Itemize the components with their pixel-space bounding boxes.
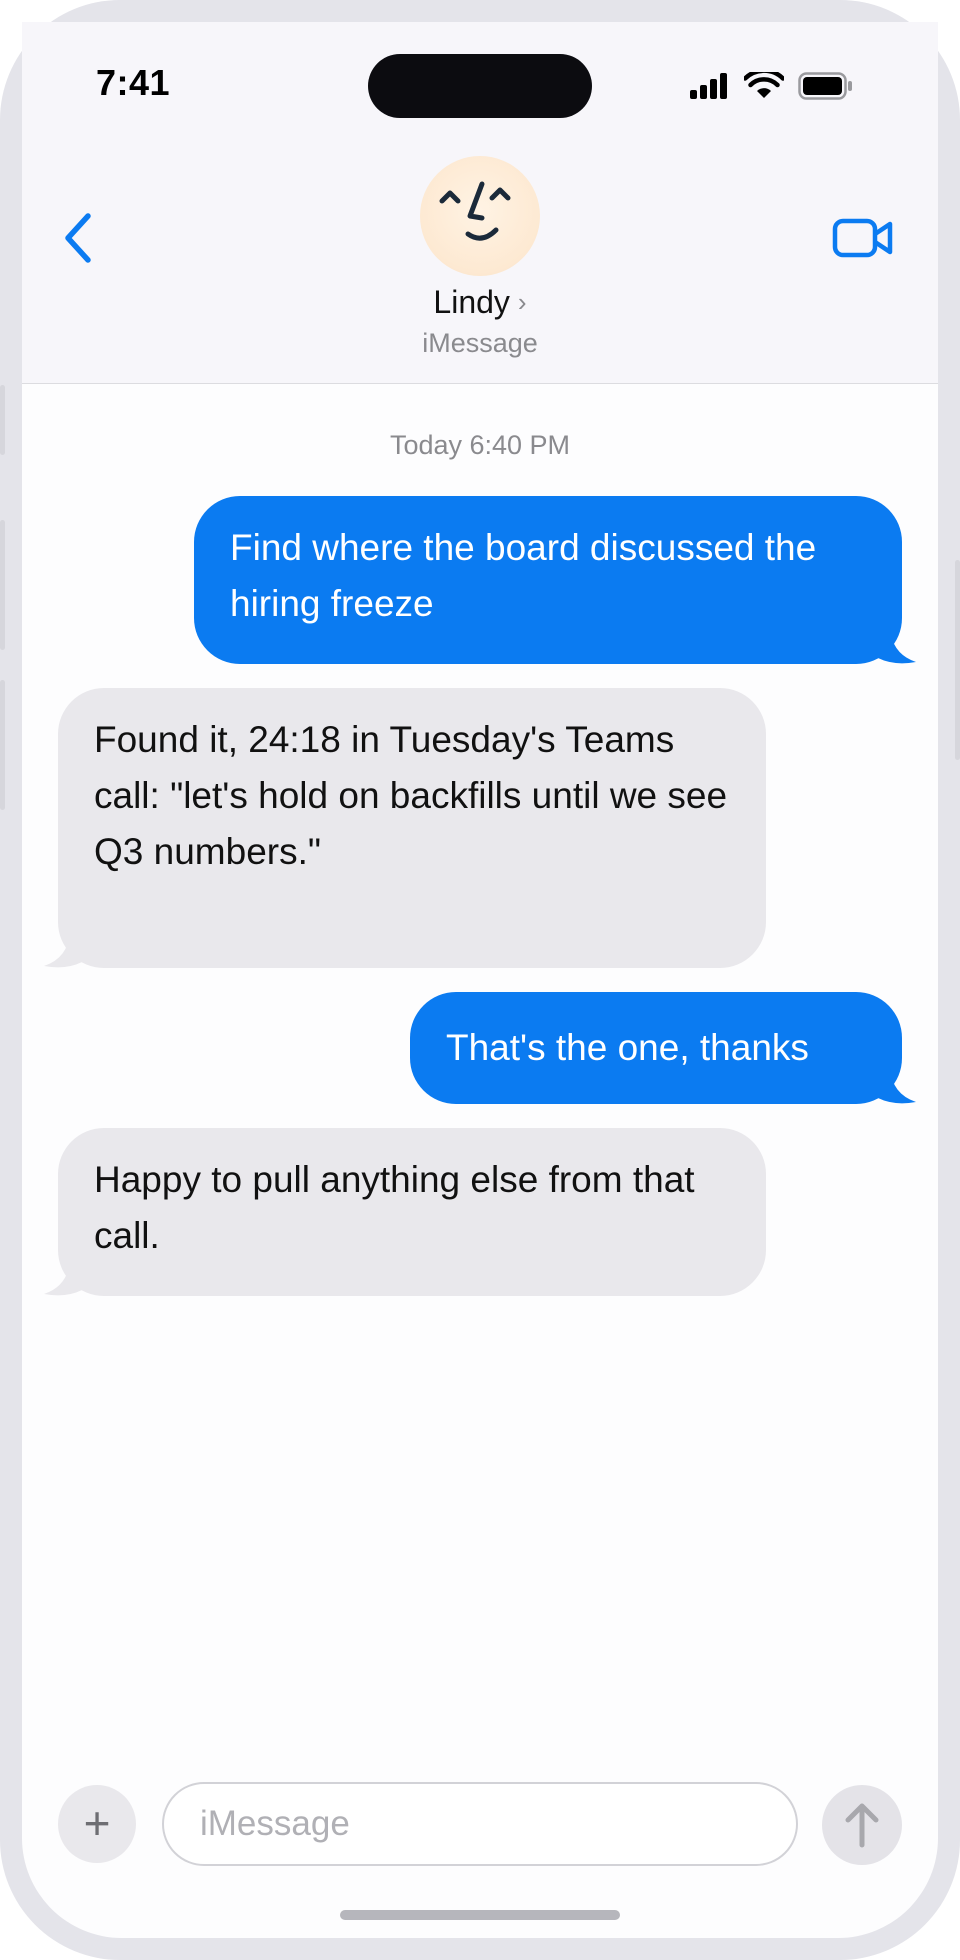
contact-avatar[interactable] (420, 156, 540, 276)
cellular-signal-icon (690, 73, 727, 99)
sent-message-bubble[interactable]: Find where the board discussed the hirin… (194, 496, 902, 664)
avatar-face-icon (439, 181, 511, 241)
chevron-right-icon: › (517, 287, 527, 317)
bubble-tail (878, 1068, 916, 1104)
message-timestamp: Today 6:40 PM (389, 430, 571, 460)
message-text: Found it, 24:18 in Tuesday's Teams call:… (94, 719, 728, 872)
received-message-bubble[interactable]: Happy to pull anything else from that ca… (58, 1128, 766, 1296)
contact-name[interactable]: Lindy › (330, 284, 630, 321)
send-button[interactable] (822, 1785, 902, 1865)
home-indicator (340, 1910, 620, 1920)
back-chevron-icon[interactable] (60, 210, 96, 266)
volume-down-button (0, 680, 5, 810)
battery-icon (798, 72, 852, 100)
sent-message-bubble[interactable]: That's the one, thanks (410, 992, 902, 1104)
arrow-up-icon (845, 1803, 879, 1848)
status-time: 7:41 (96, 62, 171, 103)
dynamic-island (368, 54, 592, 118)
message-text: That's the one, thanks (446, 1027, 809, 1068)
received-message-bubble[interactable]: Found it, 24:18 in Tuesday's Teams call:… (58, 688, 766, 968)
power-button (955, 560, 960, 760)
contact-name-label: Lindy (433, 284, 510, 320)
wifi-icon (744, 72, 784, 98)
message-text: Happy to pull anything else from that ca… (94, 1159, 695, 1256)
volume-up-button (0, 520, 5, 650)
bubble-tail (44, 1260, 82, 1296)
add-attachment-button[interactable]: + (58, 1785, 136, 1863)
contact-service-label: iMessage (422, 328, 538, 358)
bubble-tail (878, 628, 916, 664)
video-camera-icon[interactable] (832, 216, 894, 260)
side-button (0, 385, 5, 455)
bubble-tail (44, 932, 82, 968)
message-text: Find where the board discussed the hirin… (230, 527, 817, 624)
message-input[interactable] (162, 1782, 798, 1866)
status-icons (690, 72, 854, 100)
